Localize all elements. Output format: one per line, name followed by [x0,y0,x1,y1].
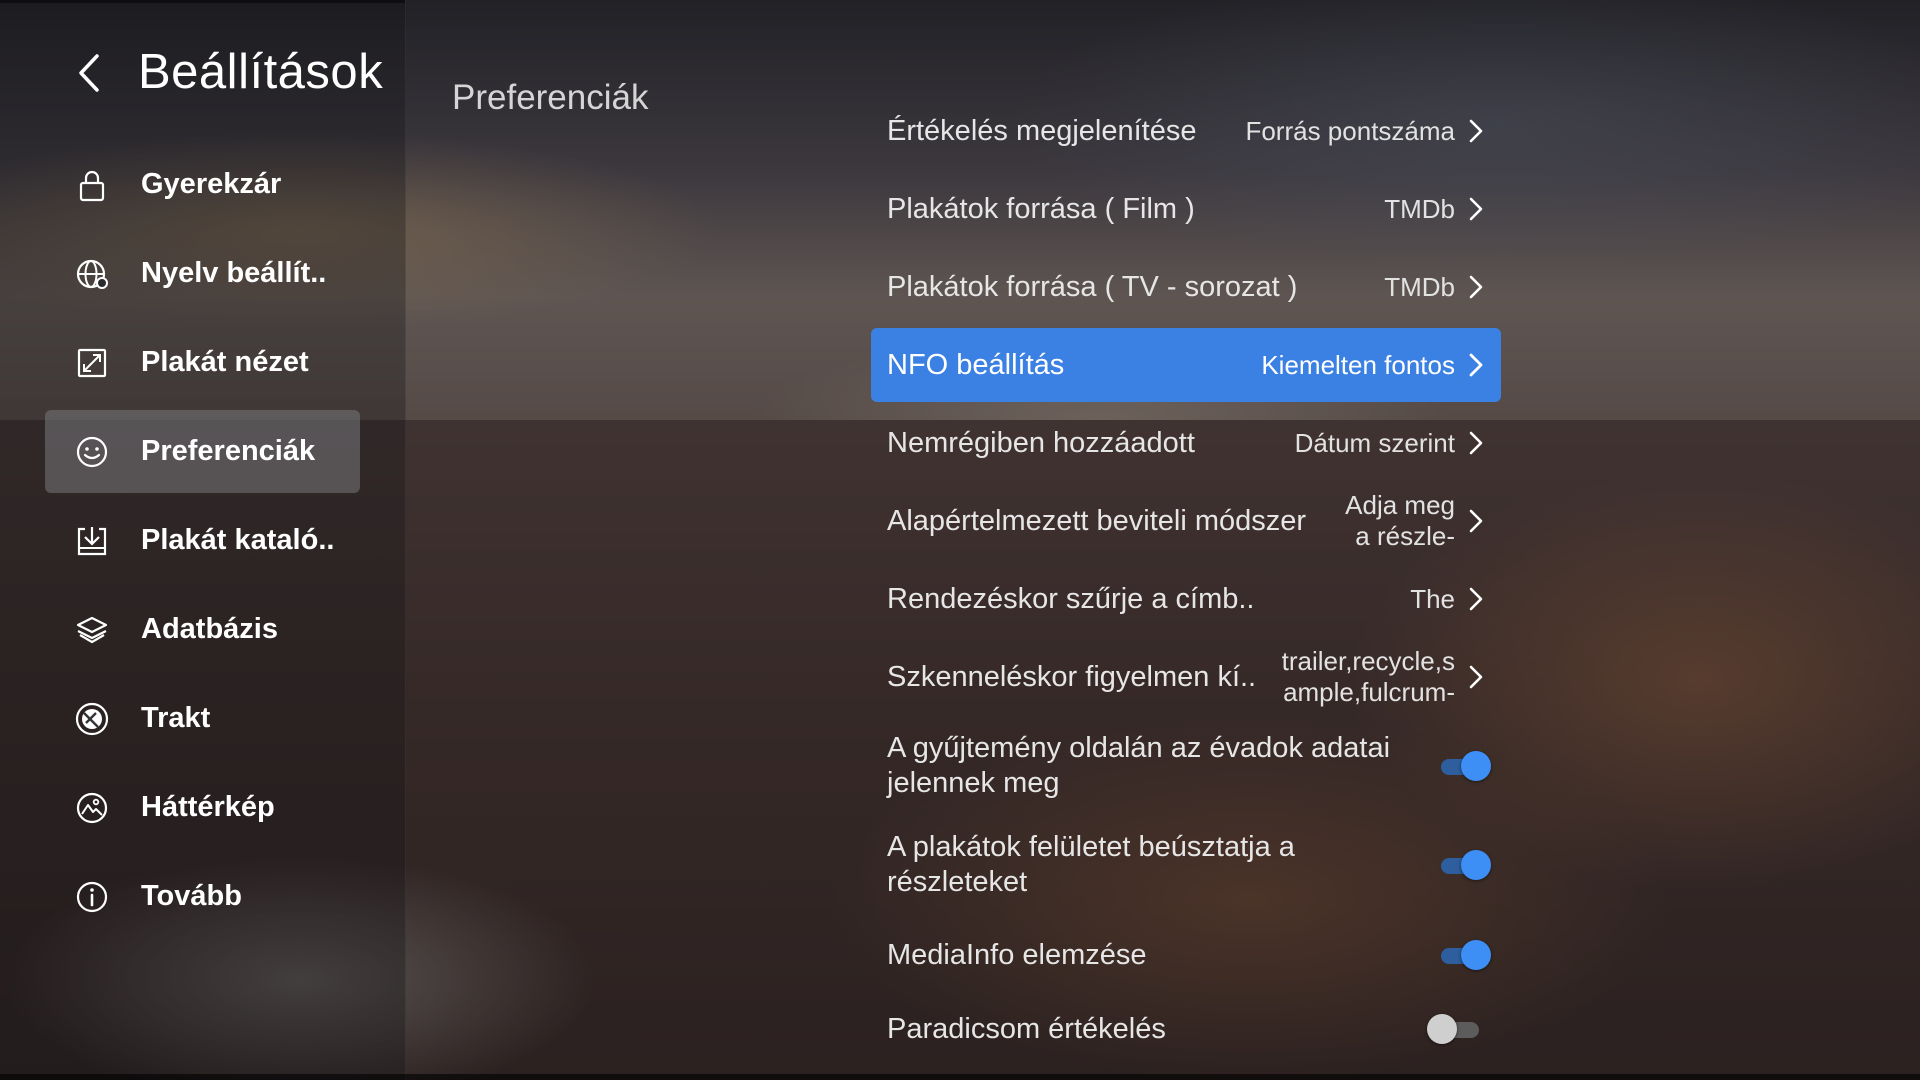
sidebar: Beállítások Gyerekzár Nyelv beállít.. Pl… [0,0,406,1080]
sidebar-item-gyerekzar[interactable]: Gyerekzár [45,143,360,226]
sidebar-item-tovabb[interactable]: Tovább [45,855,360,938]
setting-label: NFO beállítás [887,348,1065,381]
setting-label: Plakátok forrása ( TV - sorozat ) [887,270,1298,303]
back-button[interactable] [70,48,110,98]
chevron-right-icon [1465,350,1487,380]
setting-value: The [1410,583,1455,614]
page-title: Beállítások [138,45,384,99]
setting-value: Adja meg a részle- [1345,490,1455,552]
setting-value: Kiemelten fontos [1261,349,1455,380]
setting-value: trailer,recycle,s ample,fulcrum- [1282,646,1455,708]
setting-value: TMDb [1384,193,1455,224]
chevron-right-icon [1465,428,1487,458]
setting-value-line: a részle- [1355,521,1455,551]
sidebar-item-hatterkep[interactable]: Háttérkép [45,766,360,849]
sidebar-item-label: Preferenciák [141,435,316,467]
setting-label: Szkenneléskor figyelmen kí.. [887,660,1257,693]
setting-label: A gyűjtemény oldalán az évadok adatai je… [887,732,1391,799]
setting-row-poster-source-tv[interactable]: Plakátok forrása ( TV - sorozat ) TMDb [871,248,1501,326]
sidebar-item-trakt[interactable]: Trakt [45,677,360,760]
setting-row-poster-float[interactable]: A plakátok felületet beúsztatja a részle… [871,816,1501,914]
info-icon [73,878,111,916]
sidebar-item-label: Plakát nézet [141,346,309,378]
sidebar-item-label: Gyerekzár [141,168,282,200]
setting-row-poster-source-film[interactable]: Plakátok forrása ( Film ) TMDb [871,170,1501,248]
setting-row-nfo[interactable]: NFO beállítás Kiemelten fontos [871,328,1501,402]
globe-icon [73,255,111,293]
sidebar-item-adatbazis[interactable]: Adatbázis [45,588,360,671]
setting-label: Paradicsom értékelés [887,1012,1166,1045]
setting-value-line: trailer,recycle,s [1281,646,1455,676]
sidebar-item-plakat-katalogus[interactable]: Plakát kataló.. [45,499,360,582]
setting-label: Rendezéskor szűrje a címb.. [887,582,1255,615]
setting-label: Plakátok forrása ( Film ) [887,192,1195,225]
chevron-right-icon [1465,194,1487,224]
chevron-right-icon [1465,584,1487,614]
setting-row-recently-added[interactable]: Nemrégiben hozzáadott Dátum szerint [871,404,1501,482]
setting-value: TMDb [1384,271,1455,302]
setting-label: MediaInfo elemzése [887,938,1147,971]
setting-label: Értékelés megjelenítése [887,114,1197,147]
setting-row-season-info[interactable]: A gyűjtemény oldalán az évadok adatai je… [871,716,1501,816]
mediainfo-toggle[interactable] [1439,939,1491,971]
chevron-right-icon [1465,116,1487,146]
sidebar-item-nyelv[interactable]: Nyelv beállít.. [45,232,360,315]
section-title: Preferenciák [452,78,649,117]
wallpaper-icon [73,789,111,827]
trakt-icon [73,700,111,738]
smiley-icon [73,433,111,471]
sidebar-item-label: Háttérkép [141,791,275,823]
sidebar-item-label: Plakát kataló.. [141,524,335,556]
setting-label: Nemrégiben hozzáadott [887,426,1195,459]
bottom-edge [0,1074,1920,1080]
sidebar-item-plakat-nezet[interactable]: Plakát nézet [45,321,360,404]
settings-list: Értékelés megjelenítése Forrás pontszáma… [871,92,1501,1062]
setting-row-tomato-rating[interactable]: Paradicsom értékelés [871,996,1501,1062]
setting-value-line: ample,fulcrum- [1283,677,1455,707]
sidebar-item-label: Tovább [141,880,242,912]
sidebar-item-label: Nyelv beállít.. [141,257,327,289]
setting-row-mediainfo[interactable]: MediaInfo elemzése [871,914,1501,996]
sidebar-item-preferenciak[interactable]: Preferenciák [45,410,360,493]
season-info-toggle[interactable] [1439,750,1491,782]
tomato-rating-toggle[interactable] [1427,1013,1485,1045]
expand-icon [73,344,111,382]
sidebar-nav: Gyerekzár Nyelv beállít.. Plakát nézet P… [45,143,360,944]
setting-row-scan-ignore[interactable]: Szkenneléskor figyelmen kí.. trailer,rec… [871,638,1501,716]
setting-label: Alapértelmezett beviteli módszer [887,504,1307,537]
setting-value: Dátum szerint [1294,427,1455,458]
setting-row-rating-display[interactable]: Értékelés megjelenítése Forrás pontszáma [871,92,1501,170]
lock-icon [73,166,111,204]
setting-row-sort-filter[interactable]: Rendezéskor szűrje a címb.. The [871,560,1501,638]
chevron-right-icon [1465,662,1487,692]
setting-value: Forrás pontszáma [1245,115,1455,146]
poster-float-toggle[interactable] [1439,849,1491,881]
setting-value-line: Adja meg [1345,490,1455,520]
setting-label: A plakátok felületet beúsztatja a részle… [887,831,1295,898]
download-icon [73,522,111,560]
sidebar-item-label: Trakt [141,702,211,734]
database-icon [73,611,111,649]
chevron-right-icon [1465,506,1487,536]
setting-row-input-method[interactable]: Alapértelmezett beviteli módszer Adja me… [871,482,1501,560]
chevron-left-icon [79,54,99,92]
chevron-right-icon [1465,272,1487,302]
sidebar-item-label: Adatbázis [141,613,278,645]
